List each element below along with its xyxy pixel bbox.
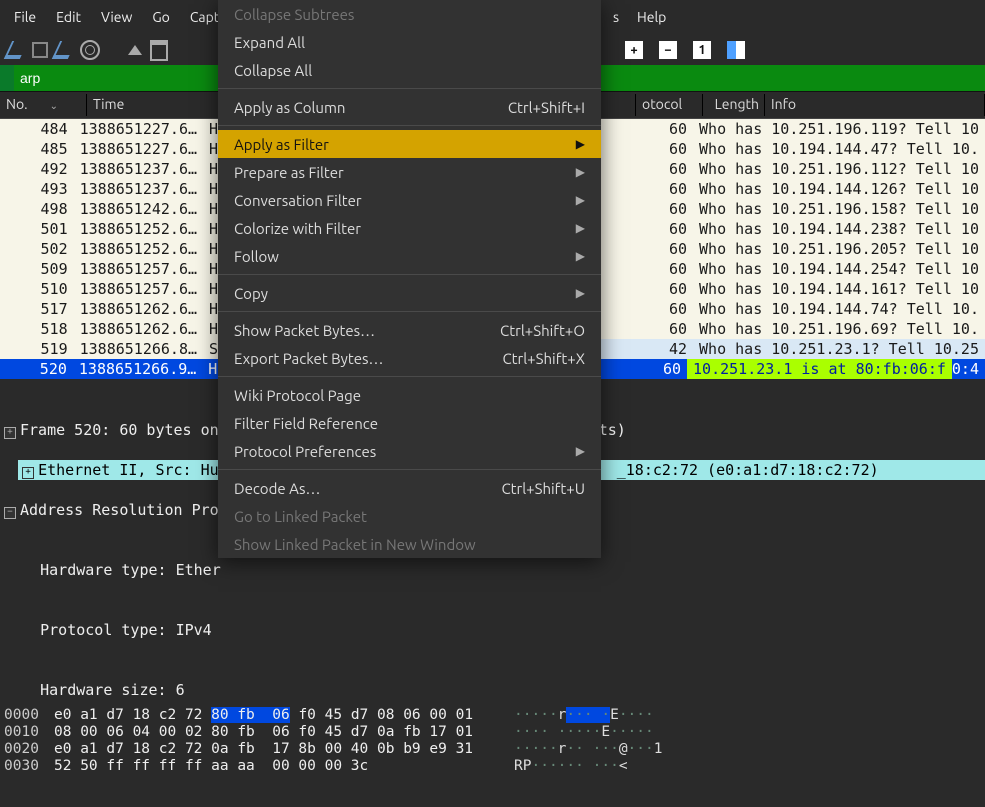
context-menu: Collapse SubtreesExpand AllCollapse All A… [218,0,601,558]
menu-item[interactable]: Collapse All [218,56,601,84]
column-time[interactable]: Time [87,92,229,118]
menu-go[interactable]: Go [142,0,179,35]
menu-item[interactable]: Export Packet Bytes…Ctrl+Shift+X [218,344,601,372]
menu-item[interactable]: Follow▶ [218,242,601,270]
filter-status [612,65,985,91]
filter-bookmark-icon[interactable] [0,65,14,91]
capture-stop-icon[interactable] [32,42,48,58]
zoom-out-button[interactable]: − [659,41,677,59]
menu-help[interactable]: Help [627,0,676,35]
bytes-row[interactable]: 0020e0 a1 d7 18 c2 72 0a fb 17 8b 00 40 … [0,741,985,758]
menu-item[interactable]: Filter Field Reference [218,409,601,437]
menu-item[interactable]: Apply as Filter▶ [218,130,601,158]
menu-item: Go to Linked Packet [218,502,601,530]
menu-item[interactable]: Decode As…Ctrl+Shift+U [218,474,601,502]
menu-item[interactable]: Copy▶ [218,279,601,307]
menu-item[interactable]: Expand All [218,28,601,56]
detail-field[interactable]: Protocol type: IPv4 [0,620,985,640]
menu-item[interactable]: Show Packet Bytes…Ctrl+Shift+O [218,316,601,344]
column-protocol[interactable]: otocol [636,92,703,118]
menu-item: Collapse Subtrees [218,0,601,28]
menu-file[interactable]: File [4,0,46,35]
column-no[interactable]: No.⌄ [0,92,87,118]
column-info[interactable]: Info [765,92,985,118]
menu-stats-tail[interactable]: s [603,0,629,35]
menu-item[interactable]: Conversation Filter▶ [218,186,601,214]
capture-restart-icon[interactable] [52,41,76,59]
bytes-row[interactable]: 001008 00 06 04 00 02 80 fb 06 f0 45 d7 … [0,724,985,741]
menu-item[interactable]: Apply as ColumnCtrl+Shift+I [218,93,601,121]
menu-item[interactable]: Protocol Preferences▶ [218,437,601,465]
resize-columns-button[interactable] [727,41,745,59]
menu-item[interactable]: Prepare as Filter▶ [218,158,601,186]
menu-item[interactable]: Wiki Protocol Page [218,381,601,409]
menu-item: Show Linked Packet in New Window [218,530,601,558]
zoom-reset-button[interactable]: 1 [693,41,711,59]
expander-icon[interactable]: − [4,507,16,519]
menu-view[interactable]: View [91,0,142,35]
expander-icon[interactable]: + [22,467,34,479]
save-icon[interactable] [150,40,168,61]
packet-bytes-pane[interactable]: 0000e0 a1 d7 18 c2 72 80 fb 06 f0 45 d7 … [0,707,985,807]
capture-start-icon[interactable] [4,41,28,59]
options-icon[interactable] [80,40,100,60]
bytes-row[interactable]: 0000e0 a1 d7 18 c2 72 80 fb 06 f0 45 d7 … [0,707,985,724]
expander-icon[interactable]: + [4,427,16,439]
column-length[interactable]: Length [703,92,765,118]
detail-field[interactable]: Hardware type: Ether [0,560,985,580]
zoom-in-button[interactable]: + [625,41,643,59]
upload-icon[interactable] [128,45,142,55]
detail-field[interactable]: Hardware size: 6 [0,680,985,700]
bytes-row[interactable]: 003052 50 ff ff ff ff aa aa 00 00 00 3cR… [0,758,985,775]
menu-item[interactable]: Colorize with Filter▶ [218,214,601,242]
menu-edit[interactable]: Edit [46,0,91,35]
